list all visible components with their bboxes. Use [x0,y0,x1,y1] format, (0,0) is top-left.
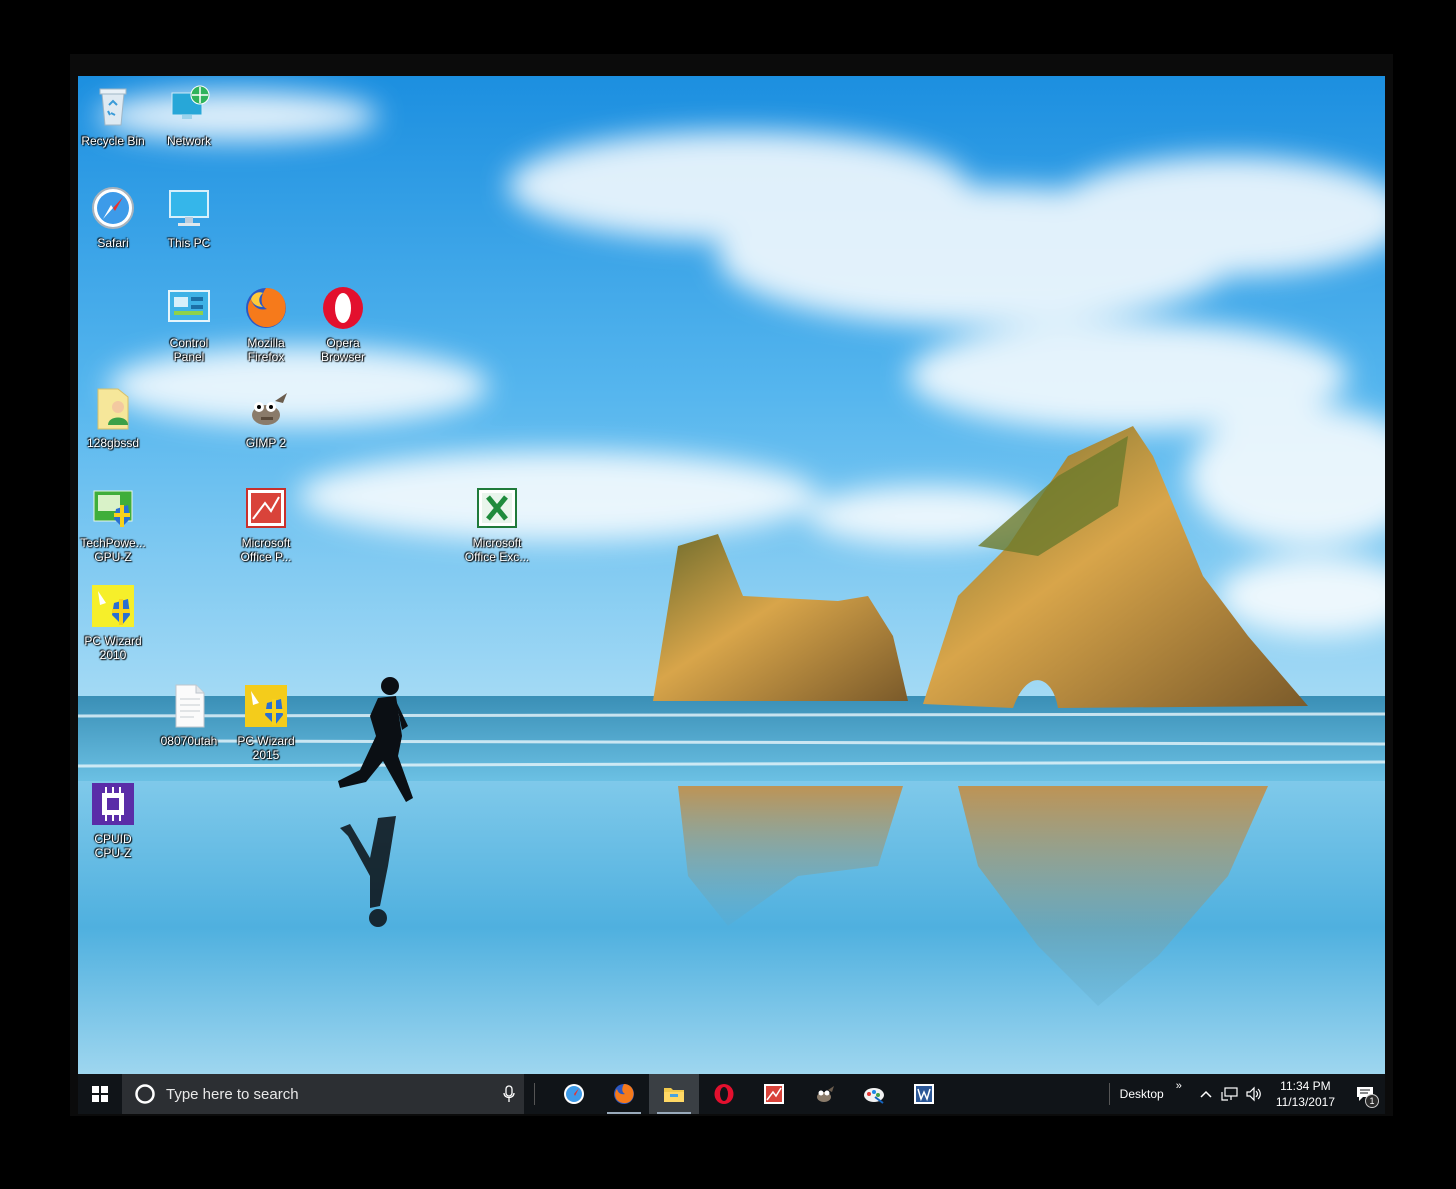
desktop-icon-ms-excel[interactable]: Microsoft Office Exc... [459,483,535,564]
pc-wizard-icon [245,685,287,727]
icon-label: 128gbssd [86,436,140,450]
network-icon [171,85,210,119]
desktop-icon-gimp[interactable]: GIMP 2 [228,383,304,450]
folder-icon [664,1088,684,1102]
desktop-icon-08070utah[interactable]: 08070utah [151,681,227,748]
search-placeholder: Type here to search [166,1085,299,1103]
icon-label: Recycle Bin [81,134,145,148]
icon-label: TechPowe... GPU-Z [80,536,146,564]
icon-label: PC Wizard 2015 [237,734,295,762]
show-hidden-icons-chevron-icon[interactable] [1194,1074,1218,1114]
network-tray-icon[interactable] [1218,1074,1242,1114]
icon-label: 08070utah [160,734,218,748]
opera-icon [323,287,363,329]
control-panel-icon [168,290,210,322]
icon-label: GIMP 2 [245,436,287,450]
desktop-icon-opera-browser[interactable]: Opera Browser [305,283,381,364]
taskbar-search-box[interactable]: Type here to search [122,1074,524,1114]
safari-icon [92,187,134,229]
excel-icon [477,488,517,528]
taskbar-clock[interactable]: 11:34 PM 11/13/2017 [1276,1078,1335,1110]
desktop-toolbar-overflow[interactable]: » [1176,1080,1182,1092]
taskbar-app-safari[interactable] [549,1074,599,1114]
desktop-icon-pc-wizard-2015[interactable]: PC Wizard 2015 [228,681,304,762]
taskbar-app-firefox[interactable] [599,1074,649,1114]
cpu-z-icon [92,783,134,825]
taskbar-app-file-explorer[interactable] [649,1074,699,1114]
desktop-icon-control-panel[interactable]: Control Panel [151,283,227,364]
icon-label: This PC [167,236,211,250]
taskbar-app-opera[interactable] [699,1074,749,1114]
icon-label: Microsoft Office Exc... [464,536,530,564]
cortana-circle-icon [135,1084,155,1104]
desktop-icon-gpu-z[interactable]: TechPowe... GPU-Z [78,483,151,564]
desktop-icon-safari[interactable]: Safari [78,183,151,250]
desktop-icon-cpuid-cpu-z[interactable]: CPUID CPU-Z [78,779,151,860]
gimp-icon [817,1086,834,1102]
desktop-icon-128gbssd[interactable]: 128gbssd [78,383,151,450]
desktop-toolbar-label[interactable]: Desktop [1120,1087,1164,1101]
desktop-icon-recycle-bin[interactable]: Recycle Bin [78,81,151,148]
desktop-wallpaper [78,76,1385,1074]
desktop-icon-ms-powerpoint[interactable]: Microsoft Office P... [228,483,304,564]
tray-separator [1108,1083,1110,1105]
notification-count-badge: 1 [1365,1094,1379,1108]
opera-icon [714,1084,734,1104]
desktop-icon-mozilla-firefox[interactable]: Mozilla Firefox [228,283,304,364]
powerpoint-icon [246,488,286,528]
icon-label: PC Wizard 2010 [84,634,142,662]
icon-label: CPUID CPU-Z [94,832,132,860]
gpu-z-icon [93,490,133,527]
monitor-icon [169,190,209,226]
user-folder-icon [97,388,129,430]
desktop-icon-this-pc[interactable]: This PC [151,183,227,250]
word-icon [914,1084,934,1104]
pc-wizard-icon [92,585,134,627]
icon-label: Network [166,134,211,148]
firefox-icon [246,288,286,328]
paint-icon [864,1088,884,1104]
start-button[interactable] [78,1074,122,1114]
volume-icon[interactable] [1242,1074,1266,1114]
firefox-icon [614,1084,634,1104]
icon-label: Safari [97,236,129,250]
powerpoint-icon [764,1084,784,1104]
recycle-bin-icon [99,88,127,126]
safari-icon [564,1084,584,1104]
taskbar-app-gimp[interactable] [799,1074,849,1114]
taskbar-app-word[interactable] [899,1074,949,1114]
icon-label: Mozilla Firefox [247,336,285,364]
windows-logo-icon [92,1086,108,1102]
text-file-icon [175,684,205,728]
icon-label: Opera Browser [320,336,365,364]
action-center-icon[interactable]: 1 [1345,1074,1385,1114]
clock-date: 11/13/2017 [1275,1095,1335,1109]
clock-time: 11:34 PM [1280,1079,1331,1093]
taskbar-app-paint[interactable] [849,1074,899,1114]
taskbar-separator [534,1083,535,1105]
icon-label: Microsoft Office P... [240,536,292,564]
system-tray: Desktop » 11:34 PM 11/13/2017 1 [1108,1074,1385,1114]
desktop-icon-network[interactable]: Network [151,81,227,148]
desktop-icon-pc-wizard-2010[interactable]: PC Wizard 2010 [78,581,151,662]
desktop-screen: Recycle Bin Network Safari This PC Contr… [78,76,1385,1114]
gimp-icon [252,393,287,425]
taskbar-app-powerpoint[interactable] [749,1074,799,1114]
icon-label: Control Panel [169,336,209,364]
microphone-icon[interactable] [494,1085,524,1103]
taskbar: Type here to search Desktop » 11:34 PM 1… [78,1074,1385,1114]
